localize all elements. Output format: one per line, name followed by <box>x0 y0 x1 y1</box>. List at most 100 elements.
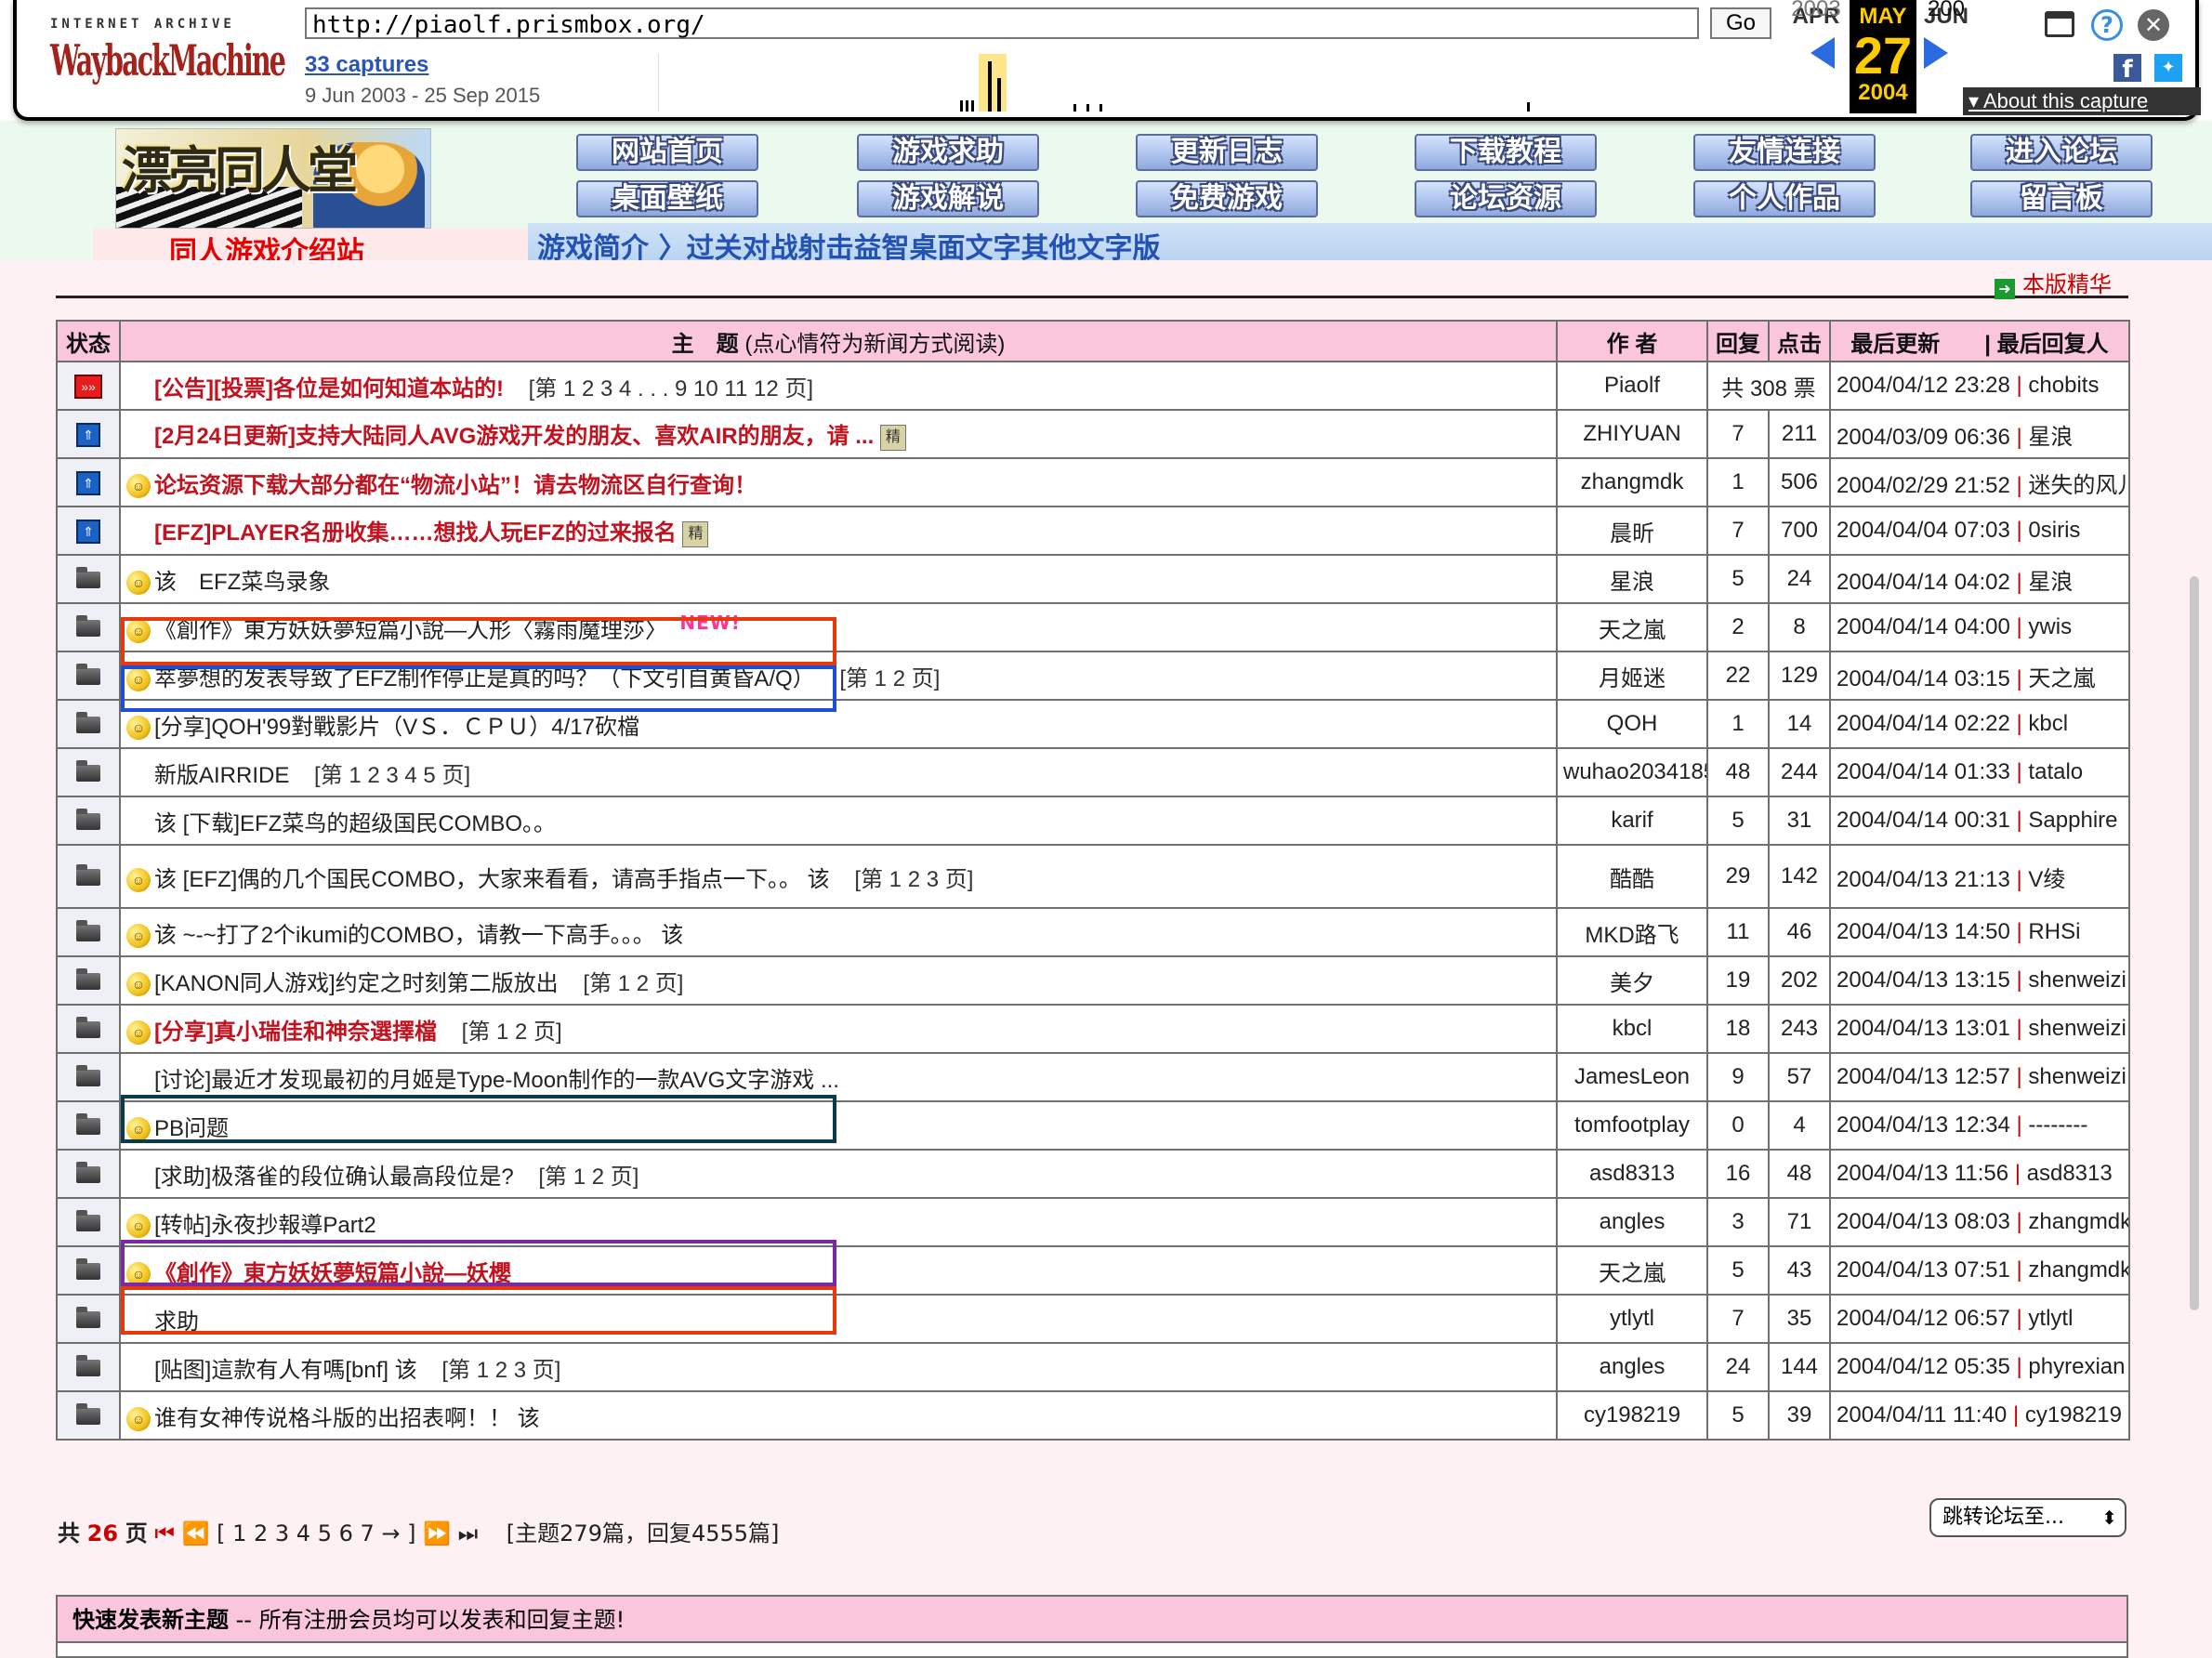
first-page-icon[interactable]: ⏮ <box>154 1520 175 1546</box>
topic-pages[interactable]: [第 1 2 3 4 5 页] <box>314 763 470 788</box>
site-banner[interactable]: 漂亮同人堂 <box>115 128 431 229</box>
topic-title[interactable]: 求助 <box>154 1309 199 1335</box>
author-cell[interactable]: cy198219 <box>1556 1390 1708 1441</box>
last-user[interactable]: RHSi <box>2028 919 2080 944</box>
next-page-icon[interactable]: ⏩ <box>423 1520 451 1546</box>
topic-pages[interactable]: [第 1 2 3 4 . . . 9 10 11 12 页] <box>529 376 813 401</box>
last-user[interactable]: 星浪 <box>2028 425 2073 450</box>
forum-jump-select[interactable]: 跳转论坛至... <box>1929 1498 2126 1537</box>
nav-button[interactable]: 友情连接 <box>1693 134 1876 171</box>
table-row[interactable]: 新版AIRRIDE [第 1 2 3 4 5 页] wuhao2034185 48 2… <box>56 747 2130 797</box>
topic-title[interactable]: 该 ~-~打了2个ikumi的COMBO，请教一下高手。。。 该 <box>154 923 683 948</box>
title-cell[interactable]: ☺ 《創作》東方妖妖夢短篇小說—人形〈霧雨魔理莎〉 NEW! <box>119 602 1558 652</box>
captures-link[interactable]: 33 captures <box>305 52 428 78</box>
title-cell[interactable]: 该 [下载]EFZ菜鸟的超级国民COMBO。。 <box>119 796 1558 846</box>
last-user[interactable]: zhangmdk <box>2028 1209 2127 1234</box>
author-cell[interactable]: wuhao2034185 <box>1556 747 1708 797</box>
author-cell[interactable]: 酷酷 <box>1556 844 1708 909</box>
title-cell[interactable]: ☺ 该 ~-~打了2个ikumi的COMBO，请教一下高手。。。 该 <box>119 907 1558 957</box>
page-links[interactable]: [ 1 2 3 4 5 6 7 → ] <box>217 1520 415 1546</box>
last-user[interactable]: shenweizi <box>2028 1064 2126 1089</box>
last-user[interactable]: asd8313 <box>2027 1161 2113 1186</box>
last-user[interactable]: zhangmdk <box>2028 1257 2127 1283</box>
author-cell[interactable]: JamesLeon <box>1556 1052 1708 1102</box>
wayback-logo[interactable]: WaybackMachine <box>50 35 286 86</box>
topic-title[interactable]: [贴图]這款有人有嗎[bnf] 该 <box>154 1358 417 1383</box>
title-cell[interactable]: [EFZ]PLAYER名册收集……想找人玩EFZ的过来报名 精 <box>119 506 1558 556</box>
table-row[interactable]: »» [公告][投票]各位是如何知道本站的! [第 1 2 3 4 . . . 9… <box>56 361 2130 411</box>
author-cell[interactable]: 美夕 <box>1556 955 1708 1006</box>
mood-icon[interactable]: ☺ <box>126 972 151 997</box>
about-capture-dropdown[interactable]: ▾ About this capture <box>1963 87 2201 115</box>
table-row[interactable]: ⇑ [2月24日更新]支持大陆同人AVG游戏开发的朋友、喜欢AIR的朋友，请 ..… <box>56 409 2130 459</box>
nav-button[interactable]: 留言板 <box>1970 180 2153 217</box>
topic-title[interactable]: 该 EFZ菜鸟录象 <box>154 570 330 595</box>
month-next[interactable]: JUN 200 <box>1913 0 1980 30</box>
topic-title[interactable]: [公告][投票]各位是如何知道本站的! <box>154 376 504 401</box>
mood-icon[interactable]: ☺ <box>126 619 151 644</box>
nav-button[interactable]: 个人作品 <box>1693 180 1876 217</box>
last-user[interactable]: -------- <box>2028 1112 2087 1138</box>
title-cell[interactable]: ☺ 《創作》東方妖妖夢短篇小說—妖櫻 <box>119 1245 1558 1296</box>
author-cell[interactable]: zhangmdk <box>1556 457 1708 507</box>
table-row[interactable]: ☺ 该 ~-~打了2个ikumi的COMBO，请教一下高手。。。 该 MKD路飞 11… <box>56 907 2130 957</box>
mood-icon[interactable]: ☺ <box>126 1020 151 1046</box>
table-row[interactable]: ☺ 《創作》東方妖妖夢短篇小說—人形〈霧雨魔理莎〉 NEW! 天之嵐 2 8 2004/0… <box>56 602 2130 652</box>
title-cell[interactable]: 新版AIRRIDE [第 1 2 3 4 5 页] <box>119 747 1558 797</box>
topic-title[interactable]: 谁有女神传说格斗版的出招表啊！！ 该 <box>154 1406 540 1431</box>
author-cell[interactable]: kbcl <box>1556 1004 1708 1054</box>
nav-button[interactable]: 游戏解说 <box>857 180 1039 217</box>
nav-button[interactable]: 更新日志 <box>1136 134 1318 171</box>
table-row[interactable]: ☺ 谁有女神传说格斗版的出招表啊！！ 该 cy198219 5 39 2004/04/11… <box>56 1390 2130 1441</box>
close-icon[interactable]: ✕ <box>2138 9 2169 41</box>
topic-title[interactable]: [EFZ]PLAYER名册收集……想找人玩EFZ的过来报名 <box>154 520 677 546</box>
facebook-icon[interactable]: f <box>2113 54 2141 84</box>
topic-title[interactable]: 论坛资源下载大部分都在“物流小站”！请去物流区自行查询！ <box>154 473 757 498</box>
last-user[interactable]: V绫 <box>2028 867 2065 892</box>
go-button[interactable]: Go <box>1710 7 1771 39</box>
mood-icon[interactable]: ☺ <box>126 716 151 741</box>
window-icon[interactable] <box>2045 11 2074 37</box>
author-cell[interactable]: tomfootplay <box>1556 1100 1708 1151</box>
table-row[interactable]: ☺ 《創作》東方妖妖夢短篇小說—妖櫻 天之嵐 5 43 2004/04/13 07:51 … <box>56 1245 2130 1296</box>
title-cell[interactable]: ☺ 该 [EFZ]偶的几个国民COMBO，大家来看看，请高手指点一下。。 该 [第… <box>119 844 1558 909</box>
last-user[interactable]: ytlytl <box>2028 1306 2073 1331</box>
table-row[interactable]: [贴图]這款有人有嗎[bnf] 该 [第 1 2 3 页] angles 24 144… <box>56 1342 2130 1392</box>
last-user[interactable]: Sapphire <box>2028 808 2117 833</box>
author-cell[interactable]: Piaolf <box>1556 361 1708 411</box>
topic-title[interactable]: 该 [EFZ]偶的几个国民COMBO，大家来看看，请高手指点一下。。 该 <box>154 867 830 892</box>
title-cell[interactable]: ☺ 谁有女神传说格斗版的出招表啊！！ 该 <box>119 1390 1558 1441</box>
last-user[interactable]: phyrexian <box>2028 1354 2125 1379</box>
topic-title[interactable]: 萃夢想的发表导致了EFZ制作停止是真的吗？（下文引自黄昏A/Q） <box>154 666 815 691</box>
last-user[interactable]: shenweizi <box>2028 967 2126 993</box>
title-cell[interactable]: [2月24日更新]支持大陆同人AVG游戏开发的朋友、喜欢AIR的朋友，请 ...… <box>119 409 1558 459</box>
author-cell[interactable]: QOH <box>1556 699 1708 749</box>
title-cell[interactable]: ☺ 该 EFZ菜鸟录象 <box>119 554 1558 604</box>
last-user[interactable]: 迷失的风儿 <box>2028 473 2127 498</box>
table-row[interactable]: [求助]极落雀的段位确认最高段位是? [第 1 2 页] asd8313 16 48 2… <box>56 1149 2130 1199</box>
last-user[interactable]: chobits <box>2028 373 2099 398</box>
title-cell[interactable]: ☺ [分享]QOH'99對戰影片（VＳ．ＣＰＵ）4/17砍檔 <box>119 699 1558 749</box>
topic-title[interactable]: 《創作》東方妖妖夢短篇小說—人形〈霧雨魔理莎〉 <box>154 618 667 643</box>
last-user[interactable]: 0siris <box>2028 518 2080 543</box>
author-cell[interactable]: MKD路飞 <box>1556 907 1708 957</box>
topic-pages[interactable]: [第 1 2 页] <box>538 1165 639 1190</box>
author-cell[interactable]: angles <box>1556 1197 1708 1247</box>
title-cell[interactable]: [讨论]最近才发现最初的月姬是Type-Moon制作的一款AVG文字游戏 ... <box>119 1052 1558 1102</box>
nav-button[interactable]: 网站首页 <box>576 134 758 171</box>
breadcrumb[interactable]: 游戏简介 〉过关对战射击益智桌面文字其他文字版 <box>528 223 2212 265</box>
topic-title[interactable]: [2月24日更新]支持大陆同人AVG游戏开发的朋友、喜欢AIR的朋友，请 ... <box>154 424 874 449</box>
mood-icon[interactable]: ☺ <box>126 1262 151 1287</box>
nav-button[interactable]: 论坛资源 <box>1415 180 1597 217</box>
last-user[interactable]: kbcl <box>2028 711 2068 736</box>
author-cell[interactable]: ytlytl <box>1556 1294 1708 1344</box>
month-prev[interactable]: APR 2003 <box>1783 0 1850 30</box>
help-icon[interactable]: ? <box>2091 9 2123 41</box>
url-input[interactable]: http://piaolf.prismbox.org/ <box>305 7 1699 39</box>
topic-title[interactable]: 《創作》東方妖妖夢短篇小說—妖櫻 <box>154 1261 511 1286</box>
last-user[interactable]: 星浪 <box>2028 570 2073 595</box>
author-cell[interactable]: 月姬迷 <box>1556 651 1708 701</box>
nav-button[interactable]: 免费游戏 <box>1136 180 1318 217</box>
topic-pages[interactable]: [第 1 2 页] <box>839 666 940 691</box>
topic-title[interactable]: [转帖]永夜抄報導Part2 <box>154 1213 376 1238</box>
